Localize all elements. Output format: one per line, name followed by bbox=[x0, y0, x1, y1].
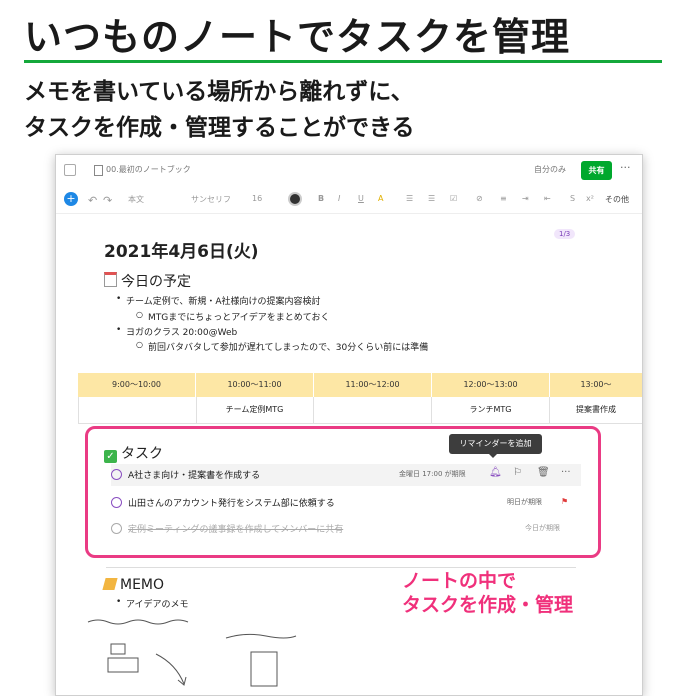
schedule-table: 9:00〜10:00 10:00〜11:00 11:00〜12:00 12:00… bbox=[78, 373, 642, 425]
note-date-heading: 2021年4月6日(火) bbox=[104, 242, 259, 262]
bullet-list-icon[interactable]: ☰ bbox=[406, 194, 413, 203]
memo-heading: MEMO bbox=[102, 577, 165, 593]
sharing-status: 自分のみ bbox=[534, 165, 566, 174]
reminder-bell-icon[interactable]: 🔔︎ bbox=[489, 467, 502, 478]
flag-icon[interactable]: ⚐ bbox=[513, 467, 522, 478]
schedule-header-cell: 13:00〜 bbox=[550, 373, 642, 397]
task-due[interactable]: 今日が期限 bbox=[525, 523, 560, 533]
tasks-heading: ✓ タスク bbox=[104, 443, 163, 463]
annotation-line-2: タスクを作成・管理 bbox=[402, 594, 574, 616]
headline-rule bbox=[24, 60, 662, 63]
link-icon[interactable]: ⊘ bbox=[476, 194, 483, 203]
memo-heading-label: MEMO bbox=[120, 577, 165, 593]
notebook-title[interactable]: 00.最初のノートブック bbox=[106, 164, 191, 175]
notebook-icon bbox=[94, 165, 103, 176]
task-label[interactable]: 定例ミーティングの議事録を作成してメンバーに共有 bbox=[128, 522, 343, 535]
schedule-header-cell: 10:00〜11:00 bbox=[196, 373, 313, 397]
format-toolbar: + ↶ ↷ 本文 サンセリフ 16 B I U A ☰ ☰ ☑ ⊘ ≡ ⇥ ⇤ … bbox=[56, 187, 642, 214]
share-button[interactable]: 共有 bbox=[581, 161, 612, 180]
align-icon[interactable]: ≡ bbox=[500, 194, 507, 203]
task-label[interactable]: A社さま向け・提案書を作成する bbox=[128, 468, 260, 481]
list-item: ヨガのクラス 20:00@Web bbox=[116, 325, 237, 338]
red-flag-icon[interactable]: ⚑ bbox=[561, 497, 568, 506]
undo-icon[interactable]: ↶ bbox=[88, 194, 97, 207]
schedule-cell[interactable]: 提案書作成 bbox=[550, 397, 642, 424]
strike-icon[interactable]: S bbox=[570, 194, 575, 203]
task-checkbox[interactable] bbox=[111, 497, 122, 508]
more-options-icon[interactable]: ··· bbox=[620, 161, 631, 174]
task-item[interactable]: 山田さんのアカウント発行をシステム部に依頼する 明日が期限 ⚑ bbox=[111, 492, 581, 514]
task-due[interactable]: 金曜日 17:00 が期限 bbox=[399, 469, 466, 479]
task-checkbox-done[interactable] bbox=[111, 523, 122, 534]
schedule-header-cell: 12:00〜13:00 bbox=[432, 373, 549, 397]
indent-icon[interactable]: ⇥ bbox=[522, 194, 529, 203]
calendar-icon bbox=[104, 272, 117, 287]
italic-icon[interactable]: I bbox=[338, 194, 340, 203]
task-count-badge[interactable]: 1/3 bbox=[554, 229, 576, 239]
underline-icon[interactable]: U bbox=[358, 194, 364, 203]
numbered-list-icon[interactable]: ☰ bbox=[428, 194, 435, 203]
headline: いつものノートでタスクを管理 bbox=[24, 15, 571, 59]
schedule-cell[interactable]: チーム定例MTG bbox=[196, 397, 314, 424]
outdent-icon[interactable]: ⇤ bbox=[544, 194, 551, 203]
list-item: アイデアのメモ bbox=[116, 597, 188, 610]
list-item: 前回バタバタして参加が遅れてしまったので、30分くらい前には準備 bbox=[136, 340, 428, 353]
bold-icon[interactable]: B bbox=[318, 194, 324, 203]
schedule-heading-label: 今日の予定 bbox=[121, 274, 191, 290]
subline-2: タスクを作成・管理することができる bbox=[24, 115, 415, 141]
task-due[interactable]: 明日が期限 bbox=[507, 497, 542, 507]
sketch-drawing bbox=[87, 619, 297, 687]
subline-1: メモを書いている場所から離れずに、 bbox=[24, 79, 414, 105]
schedule-heading: 今日の予定 bbox=[104, 271, 191, 291]
task-item[interactable]: A社さま向け・提案書を作成する 金曜日 17:00 が期限 🔔︎ ⚐ 🗑︎ ··… bbox=[111, 464, 581, 486]
style-select[interactable]: 本文 bbox=[128, 194, 144, 205]
highlight-icon[interactable]: A bbox=[378, 194, 383, 203]
checklist-icon[interactable]: ☑ bbox=[450, 194, 457, 203]
redo-icon[interactable]: ↷ bbox=[103, 194, 112, 207]
schedule-cell[interactable]: ランチMTG bbox=[432, 397, 550, 424]
list-item: MTGまでにちょっとアイデアをまとめておく bbox=[136, 310, 330, 323]
text-color-icon[interactable] bbox=[288, 192, 302, 206]
delete-icon[interactable]: 🗑︎ bbox=[537, 467, 550, 478]
task-label[interactable]: 山田さんのアカウント発行をシステム部に依頼する bbox=[128, 496, 335, 509]
annotation-line-1: ノートの中で bbox=[402, 570, 517, 592]
more-format-button[interactable]: その他 bbox=[605, 194, 629, 205]
task-more-icon[interactable]: ··· bbox=[561, 467, 571, 478]
task-checkbox[interactable] bbox=[111, 469, 122, 480]
schedule-header-cell: 11:00〜12:00 bbox=[314, 373, 431, 397]
superscript-icon[interactable]: x² bbox=[586, 194, 594, 203]
schedule-cell[interactable] bbox=[314, 397, 432, 424]
font-select[interactable]: サンセリフ bbox=[191, 194, 231, 205]
task-item[interactable]: 定例ミーティングの議事録を作成してメンバーに共有 今日が期限 bbox=[111, 518, 581, 540]
note-topbar: 00.最初のノートブック 自分のみ 共有 ··· bbox=[56, 155, 642, 185]
schedule-header-cell: 9:00〜10:00 bbox=[78, 373, 195, 397]
checkbox-icon: ✓ bbox=[104, 450, 117, 463]
list-item: チーム定例で、新規・A社様向けの提案内容検討 bbox=[116, 294, 321, 307]
expand-icon[interactable] bbox=[64, 164, 76, 176]
pencil-icon bbox=[102, 578, 118, 590]
schedule-cell[interactable] bbox=[78, 397, 197, 424]
insert-plus-icon[interactable]: + bbox=[64, 192, 78, 206]
reminder-tooltip: リマインダーを追加 bbox=[449, 434, 542, 458]
tasks-heading-label: タスク bbox=[121, 446, 163, 462]
font-size-select[interactable]: 16 bbox=[252, 194, 262, 203]
